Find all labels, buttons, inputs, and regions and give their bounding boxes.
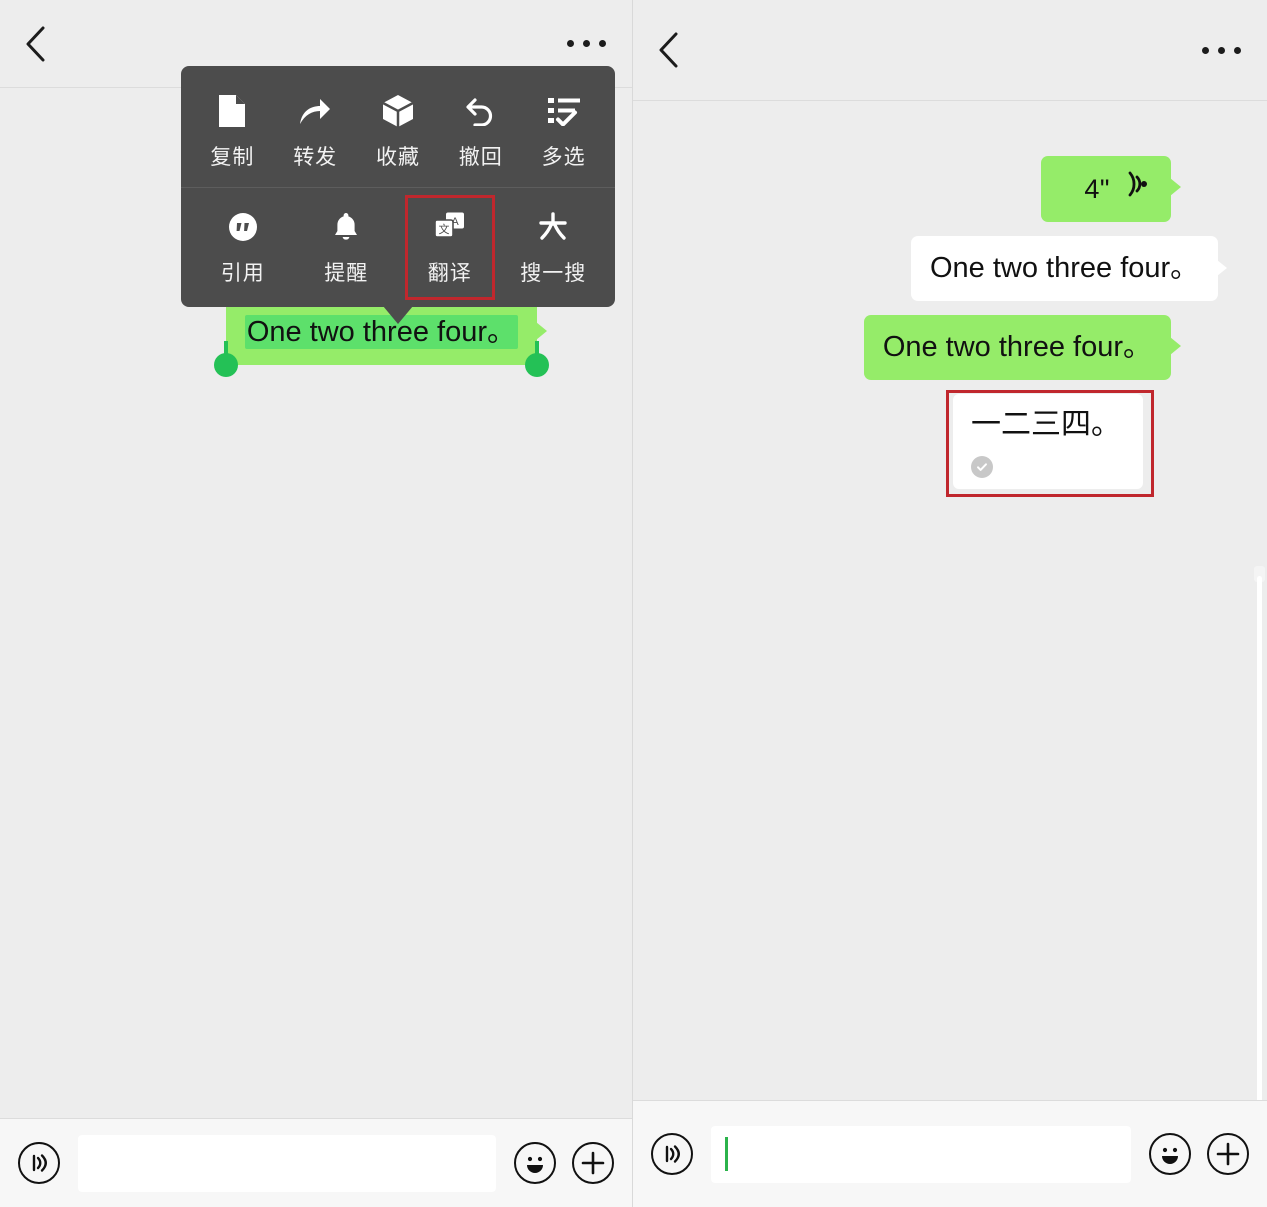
right-input-actions: [1149, 1133, 1249, 1175]
left-chat-panel: One two three four。 复制 转发 收藏 撤回 多选 引用 提醒…: [0, 0, 633, 1207]
more-horizontal-icon: [1234, 46, 1241, 54]
left-input-actions: [514, 1142, 614, 1184]
message-input-field[interactable]: [711, 1125, 1131, 1183]
context-menu-row-2: 引用 提醒 A 文 翻译 搜一搜: [181, 187, 615, 303]
more-horizontal-icon: [1202, 46, 1209, 54]
dual-chat-screenshot: One two three four。 复制 转发 收藏 撤回 多选 引用 提醒…: [0, 0, 1267, 1207]
emoji-smiley-icon[interactable]: [514, 1142, 556, 1184]
context-menu-row-1: 复制 转发 收藏 撤回 多选: [181, 72, 615, 187]
message-context-menu[interactable]: 复制 转发 收藏 撤回 多选 引用 提醒 A 文 翻译 搜一搜: [181, 66, 615, 324]
message-input-field[interactable]: [78, 1134, 496, 1192]
right-navbar: [633, 0, 1267, 101]
text-message-bubble-incoming[interactable]: One two three four。: [911, 236, 1228, 302]
message-text: One two three four。: [930, 252, 1200, 285]
right-message-area: 4" One two three four。 One two three fou…: [633, 156, 1267, 1207]
message-row-incoming: One two three four。: [633, 236, 1267, 302]
message-text: One two three four。: [882, 331, 1152, 364]
more-horizontal-icon: [583, 40, 590, 47]
context-menu-item-reminder[interactable]: 提醒: [310, 204, 382, 291]
forward-arrow-icon: [298, 94, 332, 128]
selection-handle-left[interactable]: [213, 353, 238, 378]
voice-message-bubble[interactable]: 4": [1041, 156, 1181, 223]
selected-message-row: One two three four。: [0, 300, 632, 378]
more-horizontal-icon: [1218, 46, 1225, 54]
translate-icon: A 文: [433, 210, 467, 244]
context-menu-label: 收藏: [375, 146, 420, 169]
context-menu-item-quote[interactable]: 引用: [207, 204, 279, 291]
message-row-translation: 一二三四。: [633, 390, 1267, 497]
translation-result-wrapper: 一二三四。: [946, 390, 1154, 497]
context-menu-item-favorite[interactable]: 收藏: [362, 88, 434, 175]
back-button[interactable]: [651, 32, 685, 68]
context-menu-label: 引用: [220, 262, 265, 285]
context-menu-label: 多选: [541, 146, 586, 169]
more-options-button[interactable]: [563, 30, 610, 57]
translation-result-box[interactable]: 一二三四。: [953, 394, 1143, 489]
context-menu-label: 提醒: [324, 262, 369, 285]
back-button[interactable]: [18, 26, 52, 61]
context-menu-pointer-arrow: [383, 306, 413, 324]
context-menu-label: 转发: [293, 146, 338, 169]
message-row-voice: 4": [633, 156, 1267, 223]
text-message-bubble-outgoing[interactable]: One two three four。: [863, 315, 1182, 381]
svg-text:文: 文: [438, 222, 449, 236]
context-menu-label: 搜一搜: [520, 262, 587, 285]
voice-input-icon[interactable]: [651, 1133, 693, 1175]
context-menu-item-multiselect[interactable]: 多选: [528, 88, 600, 175]
left-input-bar: [0, 1118, 632, 1207]
context-menu-label: 翻译: [427, 262, 472, 285]
context-menu-item-copy[interactable]: 复制: [196, 88, 268, 175]
message-bubble-selected[interactable]: One two three four。: [213, 300, 549, 378]
translation-status-row: [971, 455, 1125, 479]
context-menu-label: 撤回: [458, 146, 503, 169]
voice-input-icon[interactable]: [18, 1142, 60, 1184]
favorite-box-icon: [382, 94, 414, 128]
undo-arrow-icon: [464, 94, 498, 128]
plus-circle-icon[interactable]: [572, 1142, 614, 1184]
more-options-button[interactable]: [1198, 37, 1245, 64]
multi-select-list-icon: [547, 94, 581, 128]
sound-wave-icon: [1120, 170, 1152, 208]
left-message-area: One two three four。: [0, 300, 632, 1207]
voice-duration-label: 4": [1084, 173, 1110, 204]
more-horizontal-icon: [567, 40, 574, 47]
message-row-outgoing: One two three four。: [633, 315, 1267, 381]
search-sparkle-icon: [537, 210, 569, 244]
context-menu-item-forward[interactable]: 转发: [279, 88, 351, 175]
copy-document-icon: [217, 94, 247, 128]
context-menu-label: 复制: [210, 146, 255, 169]
context-menu-item-recall[interactable]: 撤回: [445, 88, 517, 175]
more-horizontal-icon: [599, 40, 606, 47]
context-menu-item-translate[interactable]: A 文 翻译: [404, 195, 495, 300]
quote-icon: [228, 210, 258, 244]
bell-reminder-icon: [332, 210, 360, 244]
context-menu-item-search[interactable]: 搜一搜: [517, 204, 589, 291]
emoji-smiley-icon[interactable]: [1149, 1133, 1191, 1175]
right-chat-panel: 4" One two three four。 One two three fou…: [633, 0, 1267, 1207]
translation-text: 一二三四。: [971, 408, 1121, 442]
selected-message-text: One two three four。: [244, 315, 518, 349]
right-input-bar: [633, 1100, 1267, 1207]
plus-circle-icon[interactable]: [1207, 1133, 1249, 1175]
text-cursor: [725, 1137, 728, 1171]
selection-handle-right[interactable]: [525, 353, 549, 378]
translated-check-icon: [971, 455, 993, 478]
